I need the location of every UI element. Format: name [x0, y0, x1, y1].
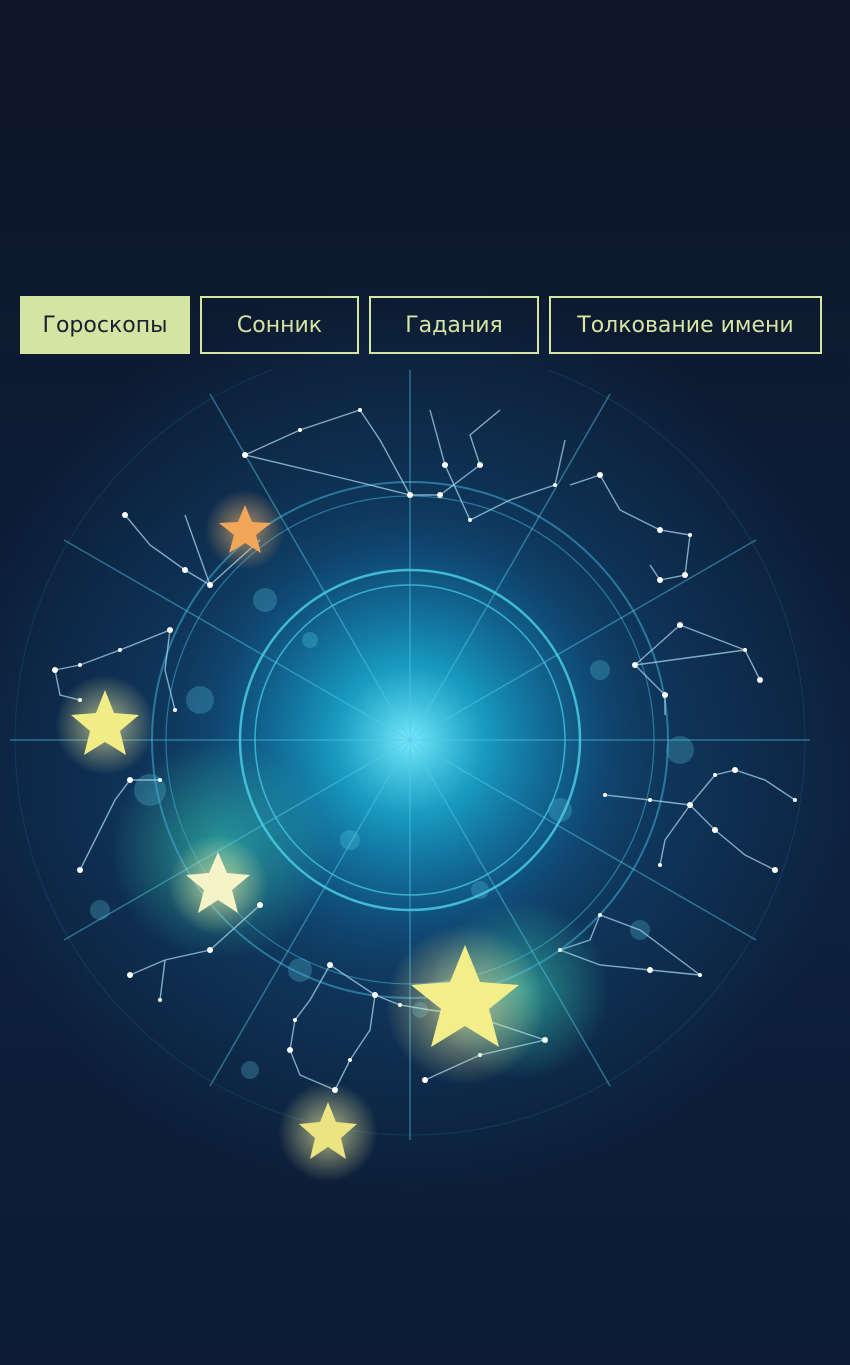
tab-dream-book[interactable]: Сонник: [200, 296, 359, 354]
app-screen: Гороскопы Сонник Гадания Толкование имен…: [0, 0, 850, 1365]
zodiac-wheel-illustration: [10, 370, 810, 1182]
tab-name-meaning[interactable]: Толкование имени: [549, 296, 822, 354]
tab-horoscopes[interactable]: Гороскопы: [20, 296, 190, 354]
tab-fortune-telling[interactable]: Гадания: [369, 296, 539, 354]
main-nav: Гороскопы Сонник Гадания Толкование имен…: [20, 296, 822, 354]
